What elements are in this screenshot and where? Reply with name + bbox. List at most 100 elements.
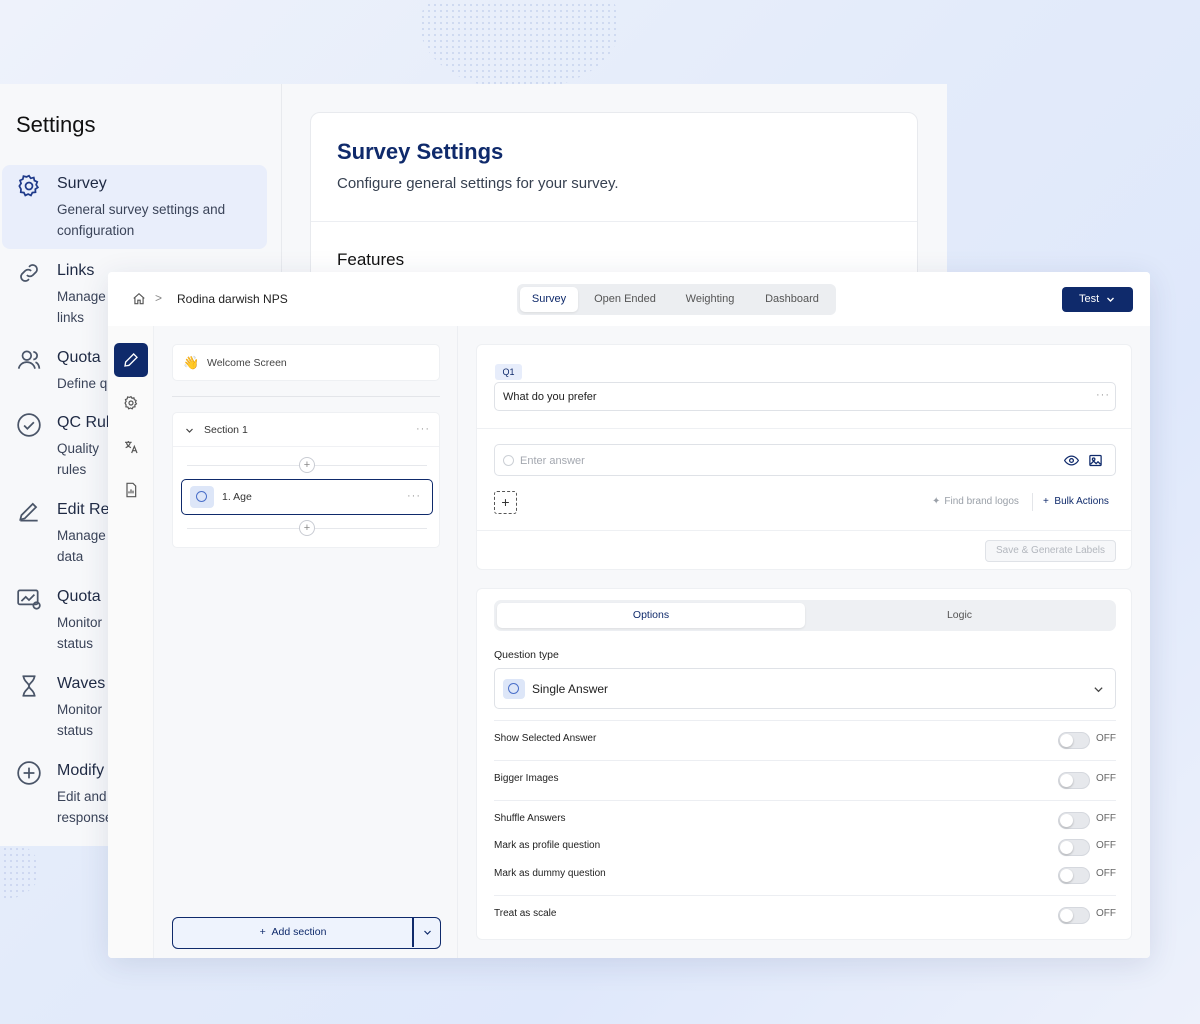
question-type-select[interactable]: Single Answer (494, 668, 1116, 709)
insert-question-below-button[interactable]: + (299, 520, 315, 536)
bulk-actions-button[interactable]: + Bulk Actions (1043, 496, 1109, 507)
divider (311, 221, 917, 222)
answer-input[interactable]: Enter answer (494, 444, 1116, 476)
add-section-main[interactable]: + Add section (173, 918, 413, 947)
rail-edit-button[interactable] (114, 343, 148, 377)
toggle-label: Treat as scale (494, 908, 557, 919)
treat-as-scale-toggle[interactable] (1058, 907, 1090, 924)
rail-translate-button[interactable] (114, 430, 148, 464)
breadcrumb-separator: > (155, 291, 163, 305)
toggle-state: OFF (1096, 733, 1116, 744)
divider (494, 895, 1116, 896)
eye-icon[interactable] (1064, 453, 1079, 468)
question-item-age[interactable]: 1. Age ··· (181, 479, 433, 515)
answer-placeholder: Enter answer (520, 455, 585, 467)
editor-topbar: > Rodina darwish NPS Survey Open Ended W… (108, 272, 1150, 326)
section-title: Section 1 (204, 424, 248, 436)
save-generate-labels-button[interactable]: Save & Generate Labels (985, 540, 1116, 562)
options-logic-tabs: Options Logic (494, 600, 1116, 631)
settings-item-title: Survey (57, 175, 107, 192)
gear-icon (124, 395, 138, 410)
toggle-state: OFF (1096, 908, 1116, 919)
survey-editor-window: > Rodina darwish NPS Survey Open Ended W… (108, 272, 1150, 958)
single-answer-type-icon (503, 679, 525, 699)
breadcrumb-survey-title[interactable]: Rodina darwish NPS (177, 292, 288, 306)
bigger-images-toggle[interactable] (1058, 772, 1090, 789)
test-button[interactable]: Test (1062, 287, 1133, 312)
divider (494, 760, 1116, 761)
show-selected-answer-toggle[interactable] (1058, 732, 1090, 749)
settings-item-title: QC Rul (57, 414, 110, 431)
chevron-down-icon (1107, 297, 1114, 302)
chevron-down-icon[interactable] (185, 426, 194, 435)
radio-icon (503, 455, 514, 466)
features-heading: Features (337, 250, 405, 269)
tab-weighting[interactable]: Weighting (671, 287, 749, 312)
plus-icon: + (1043, 496, 1055, 507)
shuffle-answers-toggle[interactable] (1058, 812, 1090, 829)
question-text-input[interactable]: What do you prefer ··· (494, 382, 1116, 411)
toggle-row-dummy-question: Mark as dummy question OFF (494, 865, 1116, 885)
rail-settings-button[interactable] (114, 386, 148, 420)
toggle-label: Show Selected Answer (494, 733, 597, 744)
divider (477, 428, 1131, 429)
toggle-label: Mark as dummy question (494, 868, 606, 879)
image-icon[interactable] (1088, 453, 1103, 468)
welcome-screen-label: Welcome Screen (207, 357, 287, 369)
settings-item-desc: General survey settings and configuratio… (57, 202, 226, 238)
profile-question-toggle[interactable] (1058, 839, 1090, 856)
toggle-state: OFF (1096, 813, 1116, 824)
question-menu-icon[interactable]: ··· (1096, 389, 1110, 401)
chevron-down-icon (1094, 687, 1103, 693)
chevron-down-icon[interactable] (423, 928, 432, 937)
add-section-button[interactable]: + Add section (172, 917, 441, 949)
divider (1032, 493, 1033, 511)
add-answer-button[interactable]: + (494, 491, 517, 514)
question-type-label: Question type (494, 649, 559, 661)
section-header[interactable]: Section 1 ··· (173, 413, 439, 447)
toggle-row-treat-as-scale: Treat as scale OFF (494, 905, 1116, 925)
tab-open-ended[interactable]: Open Ended (583, 287, 667, 312)
find-brand-logos-button[interactable]: ✦ Find brand logos (932, 496, 1019, 507)
survey-settings-subheading: Configure general settings for your surv… (337, 175, 619, 192)
settings-item-title: Quota (57, 349, 101, 366)
monitor-icon (17, 589, 41, 610)
plus-circle-icon (17, 761, 41, 785)
settings-item-title: Quota (57, 588, 101, 605)
insert-question-above-button[interactable]: + (299, 457, 315, 473)
settings-item-desc: Manage data (57, 528, 106, 564)
pencil-icon (124, 353, 138, 367)
dummy-question-toggle[interactable] (1058, 867, 1090, 884)
settings-item-desc: Monitor status (57, 615, 103, 651)
settings-item-desc: Edit and response (57, 789, 113, 825)
tab-dashboard[interactable]: Dashboard (753, 287, 831, 312)
toggle-row-bigger-images: Bigger Images OFF (494, 770, 1116, 790)
question-options-card: Options Logic Question type Single Answe… (476, 588, 1132, 940)
toggle-state: OFF (1096, 773, 1116, 784)
question-item-label: 1. Age (222, 491, 252, 503)
translate-icon (125, 441, 138, 454)
sparkle-icon: ✦ (932, 496, 941, 507)
bulk-actions-label: Bulk Actions (1054, 496, 1109, 507)
divider (494, 720, 1116, 721)
users-icon (17, 350, 41, 369)
question-item-menu-icon[interactable]: ··· (407, 490, 421, 502)
check-circle-icon (17, 413, 41, 437)
toggle-label: Mark as profile question (494, 840, 601, 851)
divider (477, 530, 1131, 531)
settings-item-survey[interactable]: Survey General survey settings and confi… (2, 165, 267, 249)
welcome-screen-item[interactable]: 👋 Welcome Screen (172, 344, 440, 381)
question-card: Q1 What do you prefer ··· Enter answer +… (476, 344, 1132, 570)
section-menu-icon[interactable]: ··· (416, 423, 430, 435)
toggle-state: OFF (1096, 868, 1116, 879)
tab-logic[interactable]: Logic (806, 603, 1113, 628)
tab-options[interactable]: Options (497, 603, 805, 628)
rail-report-button[interactable] (114, 473, 148, 507)
single-answer-type-icon (190, 486, 214, 508)
home-icon[interactable] (132, 292, 146, 306)
decorative-dots-top (420, 0, 620, 90)
settings-item-desc: Quality rules (57, 441, 100, 477)
toggle-row-profile-question: Mark as profile question OFF (494, 837, 1116, 857)
tab-survey[interactable]: Survey (520, 287, 578, 312)
toggle-row-show-selected-answer: Show Selected Answer OFF (494, 730, 1116, 750)
